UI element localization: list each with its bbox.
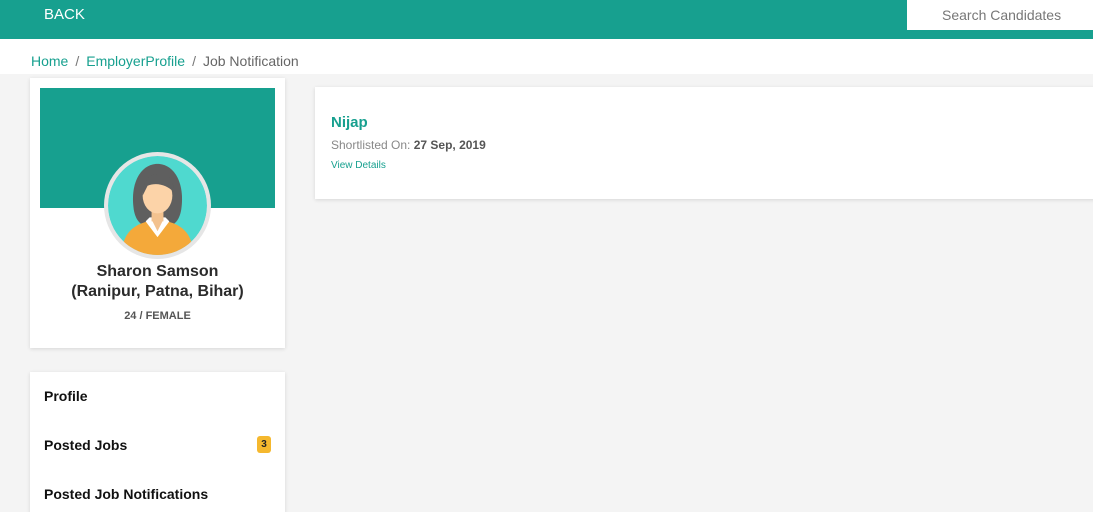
sidebar-item-label: Posted Jobs bbox=[44, 437, 128, 453]
shortlisted-date: Shortlisted On: 27 Sep, 2019 bbox=[331, 138, 486, 152]
breadcrumb-separator: / bbox=[192, 53, 196, 69]
view-details-link[interactable]: View Details bbox=[331, 160, 386, 171]
candidate-name-link[interactable]: Nijap bbox=[331, 114, 368, 131]
sidebar-item-label: Posted Job Notifications bbox=[44, 486, 209, 502]
sidebar-menu: Profile Posted Jobs 3 Posted Job Notific… bbox=[30, 372, 285, 512]
breadcrumb-current: Job Notification bbox=[202, 53, 299, 69]
sidebar-item-profile[interactable]: Profile bbox=[44, 388, 271, 404]
count-badge: 3 bbox=[257, 436, 271, 453]
avatar bbox=[104, 152, 211, 259]
profile-age-gender: 24 / FEMALE bbox=[124, 310, 191, 322]
search-candidates-input[interactable] bbox=[907, 0, 1093, 30]
profile-name: Sharon Samson bbox=[96, 263, 219, 280]
breadcrumb-separator: / bbox=[75, 53, 80, 69]
breadcrumb-bar: Home / EmployerProfile / Job Notification bbox=[0, 39, 1093, 74]
sidebar-item-label: Profile bbox=[44, 388, 88, 404]
breadcrumb: Home / EmployerProfile / Job Notification bbox=[31, 53, 299, 69]
notification-card: Nijap Shortlisted On: 27 Sep, 2019 View … bbox=[315, 87, 1093, 199]
breadcrumb-home-link[interactable]: Home bbox=[31, 53, 68, 69]
breadcrumb-employer-profile-link[interactable]: EmployerProfile bbox=[86, 53, 185, 69]
search-box[interactable] bbox=[907, 0, 1093, 30]
top-navbar: BACK bbox=[0, 0, 1093, 39]
profile-name-block: Sharon Samson (Ranipur, Patna, Bihar) bbox=[30, 262, 285, 302]
profile-location: (Ranipur, Patna, Bihar) bbox=[71, 283, 244, 300]
profile-card: Sharon Samson (Ranipur, Patna, Bihar) 24… bbox=[30, 78, 285, 348]
shortlisted-date-value: 27 Sep, 2019 bbox=[413, 138, 486, 152]
sidebar-item-posted-job-notifications[interactable]: Posted Job Notifications bbox=[44, 486, 271, 502]
sidebar-item-posted-jobs[interactable]: Posted Jobs 3 bbox=[44, 436, 271, 453]
back-button[interactable]: BACK bbox=[44, 6, 85, 23]
female-avatar-icon bbox=[108, 156, 207, 255]
shortlisted-label: Shortlisted On: bbox=[331, 138, 411, 152]
